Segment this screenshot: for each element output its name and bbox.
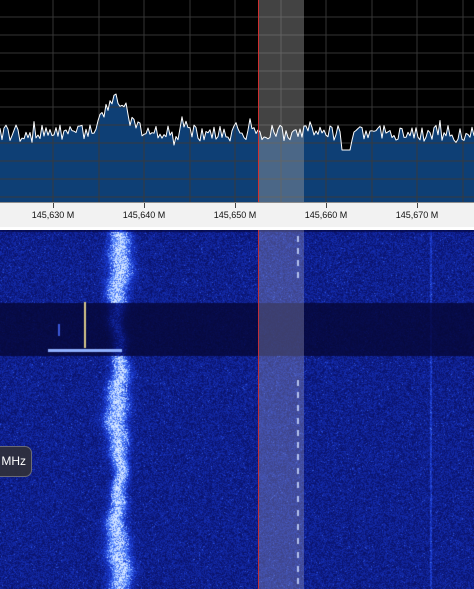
spectrum-plot[interactable] [0, 0, 474, 202]
frequency-tooltip: MHz [0, 446, 32, 477]
axis-tick-label: 145,640 M [122, 210, 166, 220]
axis-tick-label: 145,650 M [213, 210, 257, 220]
spectrum-panel[interactable] [0, 0, 474, 202]
axis-tick-label: 145,660 M [304, 210, 348, 220]
waterfall-panel[interactable]: MHz [0, 230, 474, 589]
axis-tick-mark [144, 203, 145, 208]
waterfall-display[interactable] [0, 230, 474, 589]
axis-tick-mark [417, 203, 418, 208]
axis-tick-mark [53, 203, 54, 208]
spectrum-filter-band[interactable] [259, 0, 304, 202]
axis-tick-label: 145,670 M [395, 210, 439, 220]
frequency-axis[interactable]: 145,630 M 145,640 M 145,650 M 145,660 M 145,… [0, 202, 474, 227]
axis-tick-mark [235, 203, 236, 208]
sdr-window: 145,630 M 145,640 M 145,650 M 145,660 M 145,… [0, 0, 474, 589]
axis-tick-label: 145,630 M [31, 210, 75, 220]
axis-tick-mark [326, 203, 327, 208]
